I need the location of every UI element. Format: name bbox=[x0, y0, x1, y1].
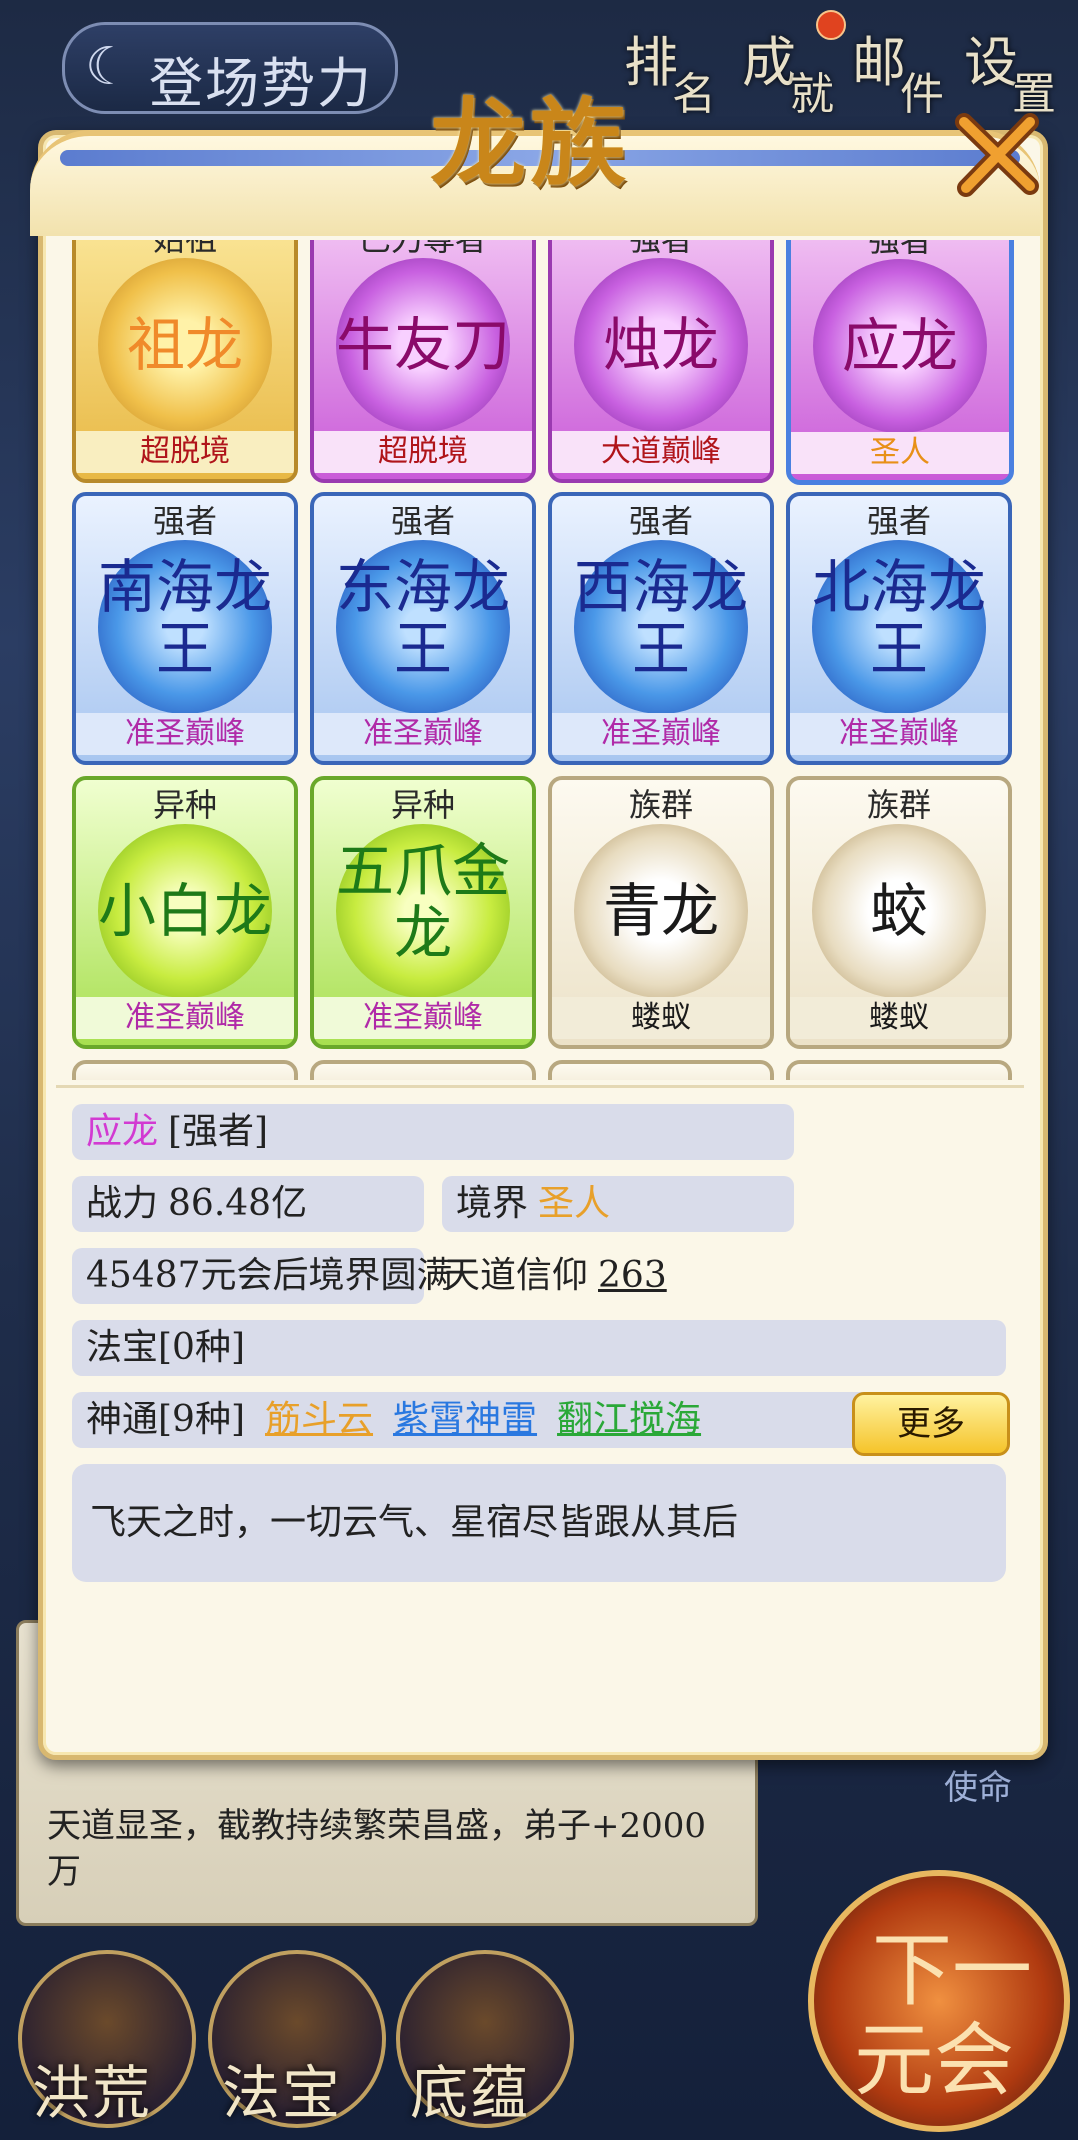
member-name: 祖龙 bbox=[126, 311, 243, 379]
member-rank: 族群 bbox=[866, 786, 931, 824]
member-realm: 圣人 bbox=[791, 432, 1009, 474]
member-name: 青龙 bbox=[602, 877, 719, 945]
mail-button[interactable]: 邮 件 bbox=[850, 18, 954, 122]
member-name: 小白龙 bbox=[97, 877, 272, 945]
ranking-label-sub: 名 bbox=[672, 69, 716, 120]
member-name: 西海龙王 bbox=[573, 553, 748, 683]
member-tile-partial[interactable] bbox=[548, 1060, 774, 1080]
member-realm: 准圣巅峰 bbox=[314, 997, 532, 1039]
realm-value: 圣人 bbox=[538, 1183, 611, 1224]
skill-link[interactable]: 筋斗云 bbox=[265, 1399, 373, 1440]
event-text: 天道显圣，截教持续繁荣昌盛，弟子+2000万 bbox=[47, 1806, 707, 1892]
treasure-text: 法宝[0种] bbox=[86, 1327, 245, 1368]
detail-name: 应龙 bbox=[86, 1111, 159, 1152]
heritage-label: 底蕴 bbox=[410, 2059, 531, 2127]
achievements-label-sub: 就 bbox=[790, 69, 834, 120]
mail-label-sub: 件 bbox=[900, 69, 944, 120]
member-rank: 异种 bbox=[152, 786, 217, 824]
member-tile[interactable]: 族群 青龙 蝼蚁 bbox=[548, 776, 774, 1049]
member-tile[interactable]: 强者 应龙 圣人 bbox=[786, 240, 1014, 485]
more-skills-button[interactable]: 更多 bbox=[852, 1392, 1010, 1456]
member-grid[interactable]: 始祖 祖龙 超脱境 巳刀尊者 牛友刀 超脱境 强者 烛龙 大道巅峰 强者 应龙 … bbox=[60, 240, 1020, 1080]
treasure-row: 法宝[0种] bbox=[72, 1320, 1006, 1376]
honghuang-label: 洪荒 bbox=[32, 2059, 153, 2127]
member-tile[interactable]: 异种 小白龙 准圣巅峰 bbox=[72, 776, 298, 1049]
realm-label: 境界 bbox=[456, 1183, 529, 1224]
member-tile[interactable]: 强者 南海龙王 准圣巅峰 bbox=[72, 492, 298, 765]
member-tile[interactable]: 异种 五爪金龙 准圣巅峰 bbox=[310, 776, 536, 1049]
detail-name-row: 应龙 [强者] bbox=[72, 1104, 794, 1160]
achievements-label-main: 成 bbox=[742, 31, 796, 94]
member-tile[interactable]: 族群 蛟 蝼蚁 bbox=[786, 776, 1012, 1049]
panel-divider bbox=[56, 1085, 1024, 1088]
power-label: 战力 bbox=[86, 1183, 159, 1224]
mail-label-main: 邮 bbox=[852, 31, 906, 94]
realm-row: 境界 圣人 bbox=[442, 1176, 794, 1232]
skill-link[interactable]: 翻江搅海 bbox=[557, 1399, 701, 1440]
member-realm: 准圣巅峰 bbox=[552, 713, 770, 755]
ranking-label-main: 排 bbox=[624, 31, 678, 94]
member-tile[interactable]: 强者 北海龙王 准圣巅峰 bbox=[786, 492, 1012, 765]
member-tile[interactable]: 强者 西海龙王 准圣巅峰 bbox=[548, 492, 774, 765]
next-era-line2: 元会 bbox=[854, 2014, 1014, 2107]
close-button[interactable] bbox=[952, 108, 1042, 198]
modal-title: 龙族 bbox=[430, 87, 630, 200]
member-tile-partial[interactable] bbox=[786, 1060, 1012, 1080]
power-row: 战力 86.48亿 bbox=[72, 1176, 424, 1232]
heritage-button[interactable]: 底蕴 bbox=[396, 1950, 574, 2128]
member-realm: 准圣巅峰 bbox=[76, 997, 294, 1039]
member-tile[interactable]: 巳刀尊者 牛友刀 超脱境 bbox=[310, 240, 536, 483]
detail-rank: [强者] bbox=[168, 1111, 269, 1152]
tab-factions[interactable]: ☾ 登场势力 bbox=[62, 22, 398, 115]
member-name: 烛龙 bbox=[602, 311, 719, 379]
mission-button[interactable]: 使命 bbox=[944, 1760, 1012, 1809]
tab-factions-label: 登场势力 bbox=[149, 52, 373, 115]
description-box: 飞天之时，一切云气、星宿尽皆跟从其后 bbox=[72, 1464, 1006, 1582]
settings-label-main: 设 bbox=[964, 31, 1018, 94]
faith-value[interactable]: 263 bbox=[598, 1255, 667, 1296]
member-realm: 蝼蚁 bbox=[790, 997, 1008, 1039]
member-realm: 准圣巅峰 bbox=[76, 713, 294, 755]
skill-link[interactable]: 紫霄神雷 bbox=[393, 1399, 537, 1440]
member-tile[interactable]: 强者 烛龙 大道巅峰 bbox=[548, 240, 774, 483]
member-rank: 异种 bbox=[390, 786, 455, 824]
treasure-label: 法宝 bbox=[222, 2059, 343, 2127]
notification-dot bbox=[816, 10, 846, 40]
member-realm: 超脱境 bbox=[314, 431, 532, 473]
ranking-button[interactable]: 排 名 bbox=[622, 18, 726, 122]
member-name: 蛟 bbox=[869, 877, 928, 945]
faith-row: 天道信仰 263 bbox=[442, 1248, 794, 1304]
member-rank: 族群 bbox=[628, 786, 693, 824]
member-tile-partial[interactable] bbox=[310, 1060, 536, 1080]
member-name: 牛友刀 bbox=[335, 311, 510, 379]
member-name: 北海龙王 bbox=[811, 553, 986, 683]
progress-text: 45487元会后境界圆满 bbox=[86, 1255, 453, 1296]
member-name: 南海龙王 bbox=[97, 553, 272, 683]
member-realm: 蝼蚁 bbox=[552, 997, 770, 1039]
honghuang-button[interactable]: 洪荒 bbox=[18, 1950, 196, 2128]
member-name: 五爪金龙 bbox=[335, 837, 510, 967]
settings-button[interactable]: 设 置 bbox=[962, 18, 1066, 122]
power-value: 86.48亿 bbox=[168, 1183, 308, 1224]
member-name: 东海龙王 bbox=[335, 553, 510, 683]
member-realm: 准圣巅峰 bbox=[314, 713, 532, 755]
swirl-icon: ☾ bbox=[85, 37, 132, 97]
member-rank: 强者 bbox=[866, 502, 931, 540]
member-tile[interactable]: 强者 东海龙王 准圣巅峰 bbox=[310, 492, 536, 765]
member-realm: 超脱境 bbox=[76, 431, 294, 473]
member-name: 应龙 bbox=[841, 312, 958, 380]
member-rank: 强者 bbox=[152, 502, 217, 540]
member-realm: 大道巅峰 bbox=[552, 431, 770, 473]
progress-row: 45487元会后境界圆满 bbox=[72, 1248, 453, 1304]
next-era-button[interactable]: 下一 元会 bbox=[808, 1870, 1070, 2132]
member-tile[interactable]: 始祖 祖龙 超脱境 bbox=[72, 240, 298, 483]
faith-label: 天道信仰 bbox=[444, 1255, 589, 1296]
close-x-icon bbox=[955, 113, 1039, 197]
skills-label: 神通[9种] bbox=[86, 1399, 245, 1440]
member-rank: 强者 bbox=[390, 502, 455, 540]
member-tile-partial[interactable] bbox=[72, 1060, 298, 1080]
member-realm: 准圣巅峰 bbox=[790, 713, 1008, 755]
member-rank: 强者 bbox=[628, 502, 693, 540]
treasure-button[interactable]: 法宝 bbox=[208, 1950, 386, 2128]
